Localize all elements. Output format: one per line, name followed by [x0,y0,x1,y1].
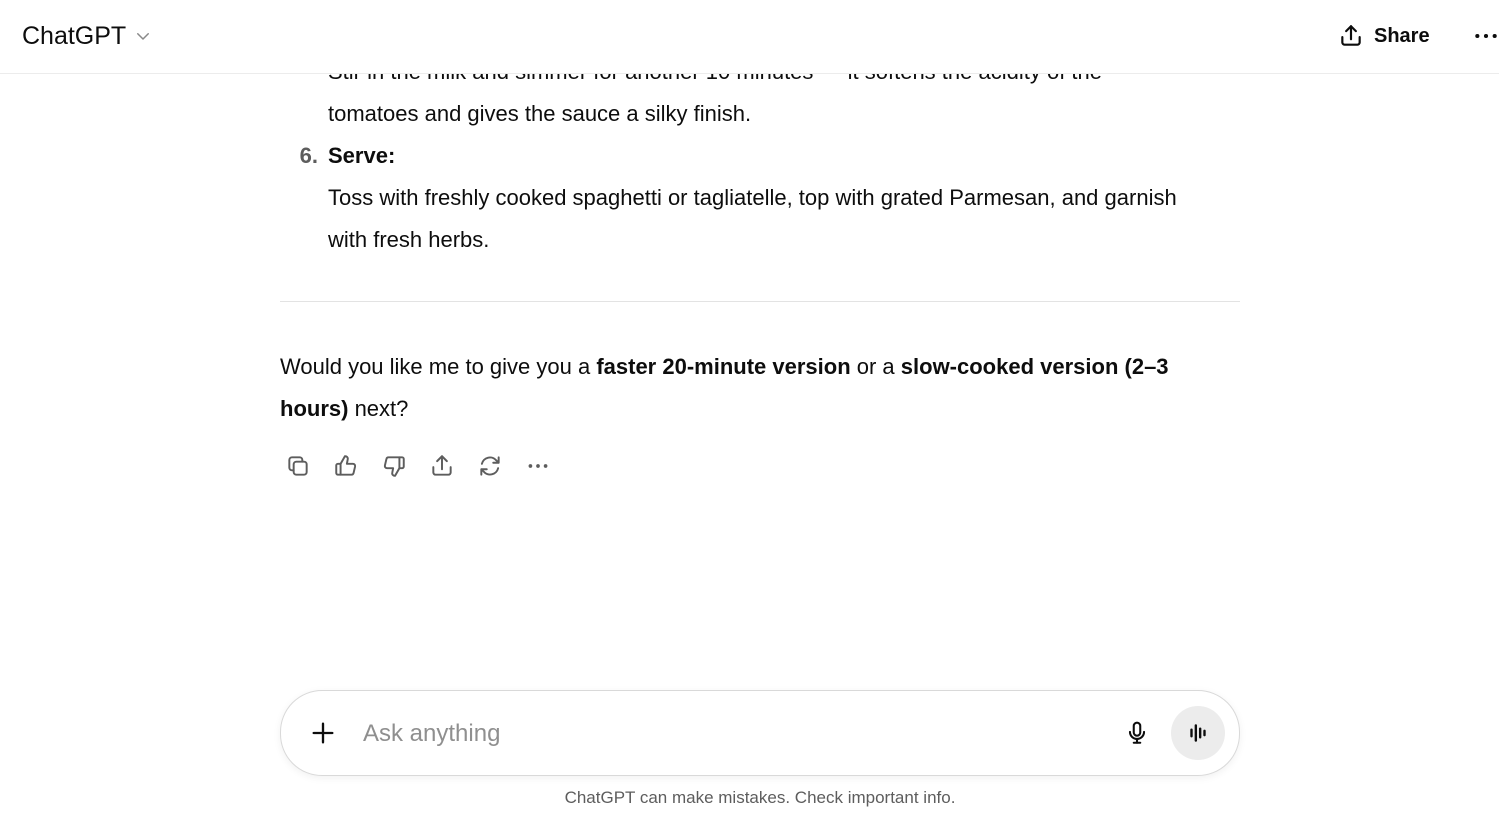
regenerate-icon [480,456,500,476]
share-button[interactable]: Share [1326,15,1442,57]
share-icon [432,455,452,476]
model-name: ChatGPT [22,21,127,50]
followup-text: next? [348,396,409,421]
voice-waveform-icon [1190,724,1206,742]
more-icon [1475,33,1497,39]
divider [280,301,1240,302]
followup-text: or a [850,354,901,379]
good-response-button[interactable] [328,448,364,484]
add-attachment-button[interactable] [303,713,343,753]
message-actions [280,448,556,484]
share-label: Share [1374,24,1430,47]
prompt-input[interactable] [361,713,1105,755]
copy-icon [288,456,308,476]
share-icon [1341,25,1361,46]
followup-question: Would you like me to give you a faster 2… [280,346,1240,430]
copy-button[interactable] [280,448,316,484]
followup-bold-faster: faster 20-minute version [596,354,851,379]
regenerate-button[interactable] [472,448,508,484]
thumbs-up-icon [335,455,357,476]
composer [280,690,1240,776]
share-message-button[interactable] [424,448,460,484]
more-icon [528,464,548,468]
thumbs-down-icon [383,456,405,477]
step-5-continuation-text: tomatoes and gives the sauce a silky fin… [328,101,752,126]
conversation-options-button[interactable] [1466,18,1499,54]
disclaimer: ChatGPT can make mistakes. Check importa… [564,788,956,807]
dictate-button[interactable] [1117,713,1157,753]
microphone-icon [1128,721,1146,744]
more-actions-button[interactable] [520,448,556,484]
plus-icon [312,722,334,744]
step-number: 6. [299,143,318,168]
top-bar: ChatGPT Share [0,0,1499,74]
chevron-down-icon [137,33,150,40]
list-item-step-6: 6. Serve: Toss with freshly cooked spagh… [300,135,1228,261]
step-body: Toss with freshly cooked spaghetti or ta… [328,185,1177,252]
step-title: Serve: [328,143,396,168]
step-continuation: tomatoes and gives the sauce a silky fin… [328,93,1228,135]
model-selector[interactable]: ChatGPT [14,14,160,58]
bad-response-button[interactable] [376,448,412,484]
followup-text: Would you like me to give you a [280,354,597,379]
voice-mode-button[interactable] [1171,706,1225,760]
